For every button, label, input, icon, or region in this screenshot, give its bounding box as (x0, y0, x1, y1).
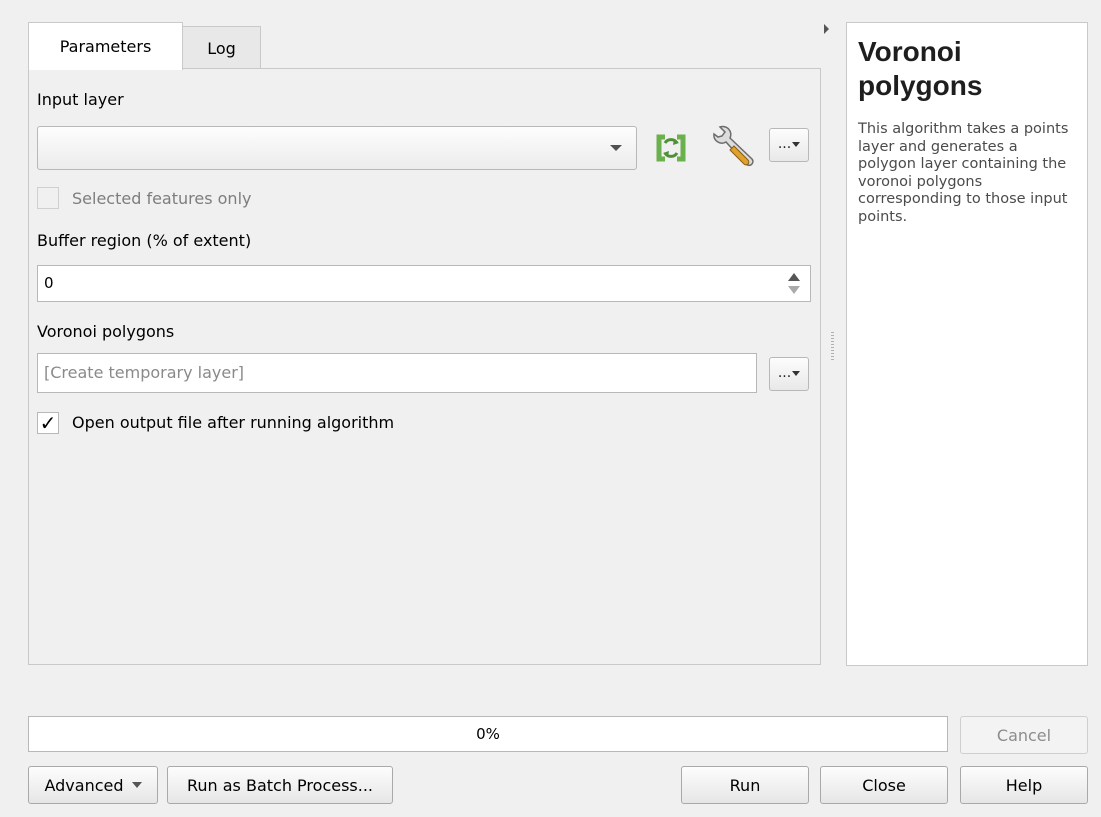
wrench-icon[interactable] (710, 124, 756, 170)
tab-log[interactable]: Log (182, 26, 261, 69)
run-batch-button[interactable]: Run as Batch Process... (167, 766, 393, 804)
input-layer-label: Input layer (37, 90, 124, 109)
chevron-down-icon (792, 370, 801, 376)
output-browse-button[interactable]: ... (769, 357, 809, 391)
open-output-label: Open output file after running algorithm (72, 413, 395, 432)
spin-buttons[interactable] (784, 269, 804, 298)
progress-bar: 0% (28, 716, 948, 752)
output-label: Voronoi polygons (37, 322, 175, 341)
progress-label: 0% (476, 725, 500, 743)
run-button[interactable]: Run (681, 766, 809, 804)
run-batch-label: Run as Batch Process... (186, 775, 374, 795)
cancel-label: Cancel (996, 725, 1052, 745)
iterate-features-icon[interactable] (651, 128, 691, 168)
output-placeholder: [Create temporary layer] (44, 363, 245, 382)
browse-dots-label: ... (777, 136, 792, 152)
close-button[interactable]: Close (820, 766, 948, 804)
help-description: This algorithm takes a points layer and … (858, 121, 1069, 225)
tab-parameters[interactable]: Parameters (28, 22, 183, 70)
spin-up-icon[interactable] (788, 273, 800, 281)
chevron-down-icon (610, 145, 622, 151)
close-label: Close (862, 775, 906, 795)
spin-down-icon[interactable] (788, 286, 800, 294)
browse-dots-label: ... (777, 365, 792, 381)
selected-features-checkbox[interactable] (37, 187, 59, 209)
buffer-region-value: 0 (44, 274, 54, 292)
advanced-button[interactable]: Advanced (28, 766, 158, 804)
buffer-region-spinbox[interactable]: 0 (37, 265, 811, 302)
run-label: Run (729, 775, 761, 795)
cancel-button[interactable]: Cancel (960, 716, 1088, 754)
help-label: Help (1005, 775, 1043, 795)
output-file-input[interactable]: [Create temporary layer] (37, 353, 757, 393)
help-button[interactable]: Help (960, 766, 1088, 804)
help-title: Voronoi polygons (858, 36, 983, 101)
open-output-checkbox[interactable]: ✓ (37, 412, 59, 434)
tab-parameters-label: Parameters (59, 37, 152, 56)
advanced-label: Advanced (44, 775, 124, 795)
chevron-down-icon (131, 782, 142, 788)
selected-features-label: Selected features only (72, 189, 252, 208)
input-layer-combobox[interactable] (37, 126, 637, 170)
splitter-handle[interactable] (831, 332, 834, 362)
buffer-region-label: Buffer region (% of extent) (37, 231, 252, 250)
help-panel: Voronoi polygons This algorithm takes a … (846, 22, 1088, 666)
input-layer-browse-button[interactable]: ... (769, 128, 809, 162)
checkmark-icon: ✓ (39, 411, 57, 435)
tab-log-label: Log (207, 38, 236, 58)
chevron-down-icon (792, 141, 801, 147)
collapse-arrow-icon[interactable] (824, 24, 829, 34)
